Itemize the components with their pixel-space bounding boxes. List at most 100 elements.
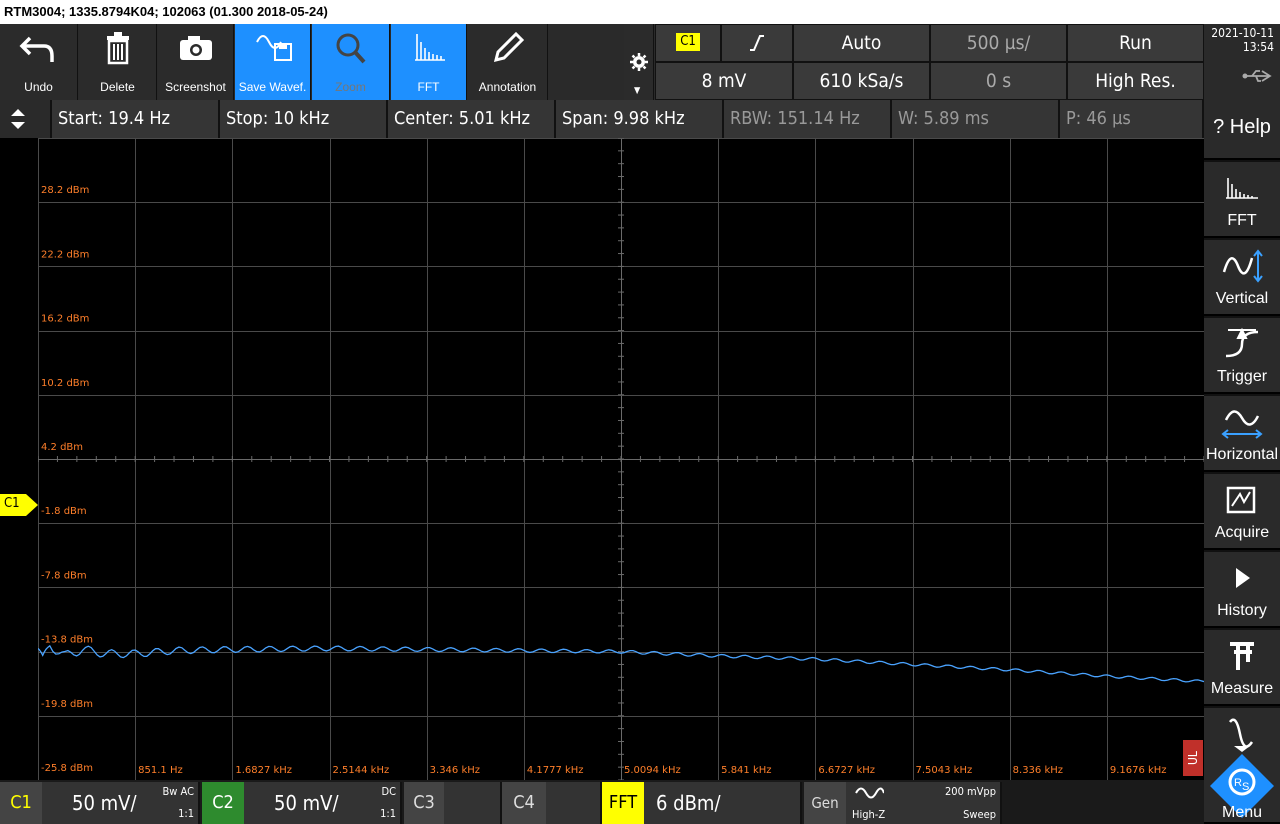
wave-arrow-icon <box>1229 718 1254 752</box>
y-tick-label: -19.8 dBm <box>41 699 93 710</box>
c3-channel-info[interactable] <box>444 782 502 824</box>
annotation-button[interactable]: Annotation <box>468 24 548 100</box>
c1-tag[interactable]: C1 <box>0 782 42 824</box>
spectrum-icon <box>415 34 445 61</box>
trigger-icon <box>1225 327 1259 358</box>
fft-stop[interactable]: Stop: 10 kHz <box>220 100 388 138</box>
x-tick-label: 7.5043 kHz <box>916 765 973 776</box>
time-scale-cell[interactable]: 500 µs/ <box>930 24 1067 62</box>
c2-scale: 50 mV/ <box>274 791 339 815</box>
fft-span[interactable]: Span: 9.98 kHz <box>556 100 724 138</box>
fft-points[interactable]: P: 46 µs <box>1060 100 1204 138</box>
clock: 2021-10-11 13:54 <box>1204 24 1280 100</box>
time-position-cell[interactable]: 0 s <box>930 62 1067 100</box>
settings-button[interactable]: ▼ <box>624 24 654 100</box>
y-tick-label: -7.8 dBm <box>41 570 87 581</box>
acquire-button[interactable]: Acquire <box>1204 474 1280 550</box>
camera-icon <box>180 36 212 60</box>
fft-scale-info[interactable]: 6 dBm/ <box>644 782 802 824</box>
fft-plot[interactable]: 28.2 dBm 22.2 dBm 16.2 dBm 10.2 dBm 4.2 dBm -… <box>38 138 1204 780</box>
x-tick-label: 5.0094 kHz <box>624 765 681 776</box>
trash-icon <box>107 32 129 65</box>
fft-rbw[interactable]: RBW: 151.14 Hz <box>724 100 892 138</box>
delete-button[interactable]: Delete <box>79 24 157 100</box>
y-tick-label: 28.2 dBm <box>41 185 89 196</box>
trigger-button[interactable]: Trigger <box>1204 318 1280 394</box>
y-tick-label: -13.8 dBm <box>41 635 93 646</box>
help-button[interactable]: ? Help <box>1204 100 1280 160</box>
horizontal-wave-icon <box>1221 410 1263 439</box>
screenshot-button[interactable]: Screenshot <box>158 24 234 100</box>
expand-toggle[interactable] <box>0 100 52 138</box>
zoom-button[interactable]: Zoom <box>312 24 390 100</box>
trigger-mode-cell[interactable]: Auto <box>793 24 930 62</box>
fft-start[interactable]: Start: 19.4 Hz <box>52 100 220 138</box>
x-tick-label: 851.1 Hz <box>138 765 183 776</box>
gen-mode: High-Z <box>852 808 886 821</box>
fft-tag[interactable]: FFT <box>602 782 644 824</box>
trigger-source-badge: C1 <box>676 33 700 51</box>
menu-button[interactable]: RS Menu <box>1204 708 1280 824</box>
x-tick-label: 8.336 kHz <box>1013 765 1063 776</box>
history-button[interactable]: History <box>1204 552 1280 628</box>
c2-tag[interactable]: C2 <box>202 782 244 824</box>
undo-button[interactable]: Undo <box>0 24 78 100</box>
zoom-label: Zoom <box>335 80 366 94</box>
pencil-icon <box>493 31 525 63</box>
c4-channel-info[interactable] <box>546 782 602 824</box>
play-icon <box>1236 568 1250 588</box>
c3-tag[interactable]: C3 <box>404 782 444 824</box>
x-tick-label: 5.841 kHz <box>721 765 771 776</box>
gen-tag[interactable]: Gen <box>804 782 846 824</box>
vertical-wave-icon <box>1222 249 1263 283</box>
rising-edge-icon <box>750 35 764 51</box>
c1-channel-info[interactable]: 50 mV/ Bw AC 1:1 <box>42 782 200 824</box>
x-tick-label: 3.346 kHz <box>430 765 480 776</box>
x-tick-label: 9.1676 kHz <box>1110 765 1167 776</box>
gen-info[interactable]: High-Z 200 mVpp Sweep <box>846 782 1002 824</box>
annotation-label: Annotation <box>478 80 537 94</box>
c1-bandwidth: Bw AC <box>162 785 194 798</box>
c2-channel-info[interactable]: 50 mV/ DC 1:1 <box>244 782 402 824</box>
vertical-button[interactable]: Vertical <box>1204 240 1280 316</box>
up-down-arrows-icon <box>11 109 25 129</box>
sample-rate-cell[interactable]: 610 kSa/s <box>793 62 930 100</box>
c4-tag[interactable]: C4 <box>502 782 546 824</box>
fft-button[interactable]: FFT <box>391 24 467 100</box>
ul-marker: UL <box>1183 740 1203 776</box>
fft-window[interactable]: W: 5.89 ms <box>892 100 1060 138</box>
trigger-source-cell[interactable]: C1 <box>655 24 721 62</box>
sine-icon <box>855 787 884 799</box>
y-tick-label: 4.2 dBm <box>41 442 83 453</box>
fft-menu-label: FFT <box>1227 212 1257 229</box>
horizontal-button[interactable]: Horizontal <box>1204 396 1280 472</box>
acquire-icon <box>1226 486 1256 514</box>
save-waveform-button[interactable]: Save Wavef. <box>235 24 311 100</box>
grid <box>38 138 1204 780</box>
fft-label: FFT <box>417 80 440 94</box>
fft-center[interactable]: Center: 5.01 kHz <box>388 100 556 138</box>
svg-text:S: S <box>1242 781 1249 793</box>
undo-label: Undo <box>24 80 53 94</box>
trigger-slope-cell[interactable] <box>721 24 793 62</box>
fft-scale: 6 dBm/ <box>656 791 721 815</box>
save-waveform-icon <box>256 35 292 61</box>
gen-function: Sweep <box>963 808 996 821</box>
x-tick-label: 4.1777 kHz <box>527 765 584 776</box>
screenshot-label: Screenshot <box>165 80 226 94</box>
channel-marker[interactable]: C1 <box>0 494 38 516</box>
fft-menu-button[interactable]: FFT <box>1204 162 1280 238</box>
run-state-cell[interactable]: Run <box>1067 24 1204 62</box>
c2-ratio: 1:1 <box>380 807 396 820</box>
y-tick-label: -1.8 dBm <box>41 506 87 517</box>
x-tick-label: 6.6727 kHz <box>818 765 875 776</box>
gen-amplitude: 200 mVpp <box>944 785 996 798</box>
menu-label: Menu <box>1221 804 1263 821</box>
y-tick-label: 22.2 dBm <box>41 249 89 260</box>
c1-ratio: 1:1 <box>178 807 194 820</box>
measure-button[interactable]: Measure <box>1204 630 1280 706</box>
svg-text:R: R <box>1234 777 1242 789</box>
acquisition-mode-cell[interactable]: High Res. <box>1067 62 1204 100</box>
left-marker-strip <box>0 138 38 780</box>
trigger-level-cell[interactable]: 8 mV <box>655 62 793 100</box>
